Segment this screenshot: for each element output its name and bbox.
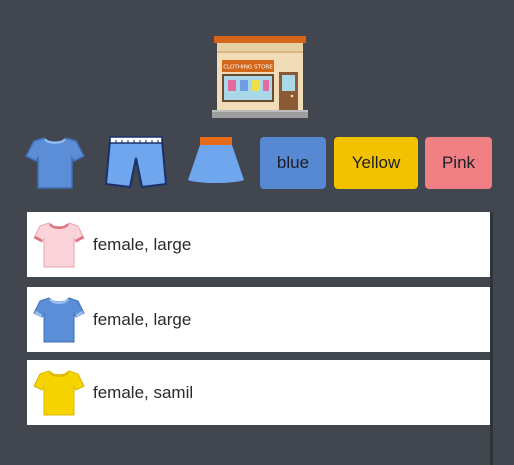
tshirt-icon xyxy=(32,220,86,270)
pink-filter-button[interactable]: Pink xyxy=(425,137,492,189)
shorts-filter-icon[interactable] xyxy=(104,134,168,190)
tshirt-icon xyxy=(32,295,86,345)
skirt-filter-icon[interactable] xyxy=(184,134,248,190)
blue-filter-button[interactable]: blue xyxy=(260,137,326,189)
tshirt-filter-icon[interactable] xyxy=(24,134,86,190)
store-sign-text: CLOTHING STORE xyxy=(223,65,273,71)
list-item[interactable]: female, large xyxy=(27,287,490,352)
tshirt-icon xyxy=(32,368,86,418)
yellow-filter-button[interactable]: Yellow xyxy=(334,137,418,189)
item-description: female, samil xyxy=(93,382,194,402)
list-scroll-edge xyxy=(490,212,493,465)
clothing-store-icon: CLOTHING STORE xyxy=(212,36,308,118)
item-description: female, large xyxy=(93,309,192,329)
list-item[interactable]: female, samil xyxy=(27,360,490,425)
list-item[interactable]: female, large xyxy=(27,212,490,277)
item-description: female, large xyxy=(93,234,192,254)
